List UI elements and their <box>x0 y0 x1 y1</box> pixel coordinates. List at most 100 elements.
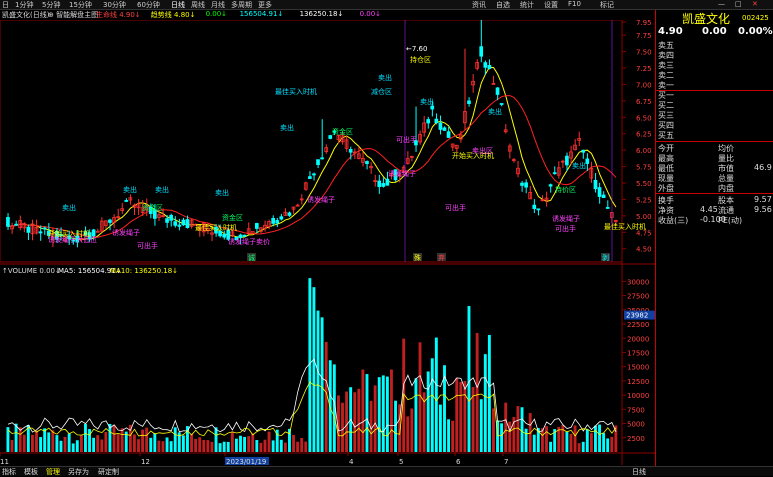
volume-bar <box>589 433 593 452</box>
signal-label: 卖出 <box>488 107 502 116</box>
menu-item[interactable]: 5分钟 <box>42 0 60 10</box>
last-price: 4.90 <box>658 26 683 37</box>
signal-label: 减仓区 <box>371 87 392 96</box>
volume-bar <box>487 334 491 452</box>
price-tick-label: 7.75 <box>636 32 652 40</box>
volume-bar <box>51 430 55 452</box>
signal-label: 可出手 <box>445 203 466 212</box>
volume-bar <box>357 388 361 452</box>
finance-value: 9.57 <box>754 195 772 204</box>
candle-body <box>565 155 569 166</box>
divider <box>656 141 773 142</box>
minimize-icon[interactable]: — <box>718 0 725 8</box>
candle-body <box>381 183 386 187</box>
event-marker: 剥 <box>602 253 609 262</box>
volume-tick-label: 2500 <box>627 435 645 443</box>
menu-item[interactable]: 统计 <box>520 0 534 10</box>
finance-label: PE(动) <box>718 216 743 225</box>
menu-item[interactable]: 更多 <box>258 0 272 10</box>
menu-item[interactable]: 标记 <box>600 0 614 10</box>
volume-bar <box>328 360 332 452</box>
candle-body <box>365 161 369 165</box>
volume-bar <box>300 437 304 452</box>
menu-item[interactable]: 月线 <box>211 0 225 10</box>
signal-label: 开始买入时机 <box>48 229 90 238</box>
divider <box>656 193 773 194</box>
candle-body <box>487 65 492 69</box>
volume-bar <box>132 434 136 452</box>
volume-bar <box>365 374 369 452</box>
candle-body <box>499 103 504 105</box>
signal-label: 可出手 <box>396 135 417 144</box>
volume-tick-label: 15000 <box>627 364 649 372</box>
price-tick-label: 6.25 <box>636 131 652 139</box>
candle-body <box>385 178 390 186</box>
signal-label: 诱发绳子卖价 <box>228 237 270 246</box>
volume-bar <box>414 378 418 452</box>
indicator-value: 生命线 4.90↓ <box>96 11 141 19</box>
candle-body <box>271 217 275 224</box>
volume-bar <box>345 391 349 452</box>
chart-area[interactable]: ←7.60卖出卖出 卖出 卖出卖出卖出卖出卖出卖出最佳买入时机 减仓区持仓区资金区诱发… <box>0 20 655 465</box>
signal-label: 卖出 <box>155 185 169 194</box>
close-icon[interactable]: ✕ <box>752 0 758 8</box>
signal-label: 卖出 <box>62 203 76 212</box>
volume-title: MA10: 136250.18↓ <box>110 267 178 275</box>
volume-bar <box>500 423 504 452</box>
signal-label: 可出手 <box>137 241 158 250</box>
candle-body <box>552 172 557 175</box>
volume-bar <box>373 385 377 452</box>
candle-body <box>377 180 382 188</box>
signal-label: 可出手 <box>555 224 576 233</box>
menu-item[interactable]: 1分钟 <box>15 0 33 10</box>
volume-bar <box>120 428 124 452</box>
candle-body <box>442 127 447 131</box>
volume-bar <box>304 441 308 452</box>
price-tick-label: 4.50 <box>636 246 652 254</box>
volume-bar <box>296 441 300 452</box>
volume-bar <box>116 434 120 452</box>
menu-item[interactable]: 设置 <box>544 0 558 10</box>
menu-item[interactable]: 周线 <box>191 0 205 10</box>
candle-body <box>124 200 129 202</box>
price-tick-label: 5.25 <box>636 196 652 204</box>
candle-body <box>95 230 100 233</box>
menu-item[interactable]: 自选 <box>496 0 510 10</box>
volume-bar <box>585 429 589 452</box>
menu-item[interactable]: F10 <box>568 0 581 8</box>
menu-item[interactable]: 15分钟 <box>69 0 92 10</box>
volume-tick-label: 17500 <box>627 349 649 357</box>
volume-bar <box>10 439 14 452</box>
volume-bar <box>100 439 104 452</box>
volume-bar <box>545 426 548 452</box>
volume-title: ↑VOLUME 0.00↓ <box>2 267 61 275</box>
volume-bar <box>194 438 198 452</box>
finance-value: 9.56 <box>754 205 772 214</box>
menu-item[interactable]: 多周期 <box>231 0 252 10</box>
price-tick-label: 7.25 <box>636 65 652 73</box>
stock-name: 凯盛文化 <box>682 12 731 26</box>
candle-body <box>287 212 292 216</box>
menu-item[interactable]: 日线 <box>171 0 185 10</box>
menu-item[interactable]: 日 <box>2 0 9 10</box>
maximize-icon[interactable]: □ <box>735 0 742 8</box>
volume-bar <box>483 354 487 452</box>
candle-body <box>593 179 598 190</box>
menu-item[interactable]: 60分钟 <box>137 0 160 10</box>
bottom-toolbar: 指标 模板 管理 另存为 研定制 日线 <box>0 466 773 476</box>
volume-bar <box>255 440 259 452</box>
volume-bar <box>312 287 316 452</box>
volume-bar <box>198 437 202 452</box>
signal-label: 卖出 <box>420 97 434 106</box>
candle-body <box>483 62 488 68</box>
volume-bar <box>426 371 430 452</box>
volume-bar <box>565 431 569 452</box>
volume-bar <box>598 424 601 452</box>
candle-body <box>467 100 471 105</box>
volume-bar <box>271 440 275 452</box>
signal-label: 诱发绳子 <box>552 214 580 223</box>
menu-item[interactable]: 30分钟 <box>103 0 126 10</box>
menu-item[interactable]: 资讯 <box>472 0 486 10</box>
volume-bar <box>55 435 59 452</box>
candle-body <box>532 204 537 209</box>
